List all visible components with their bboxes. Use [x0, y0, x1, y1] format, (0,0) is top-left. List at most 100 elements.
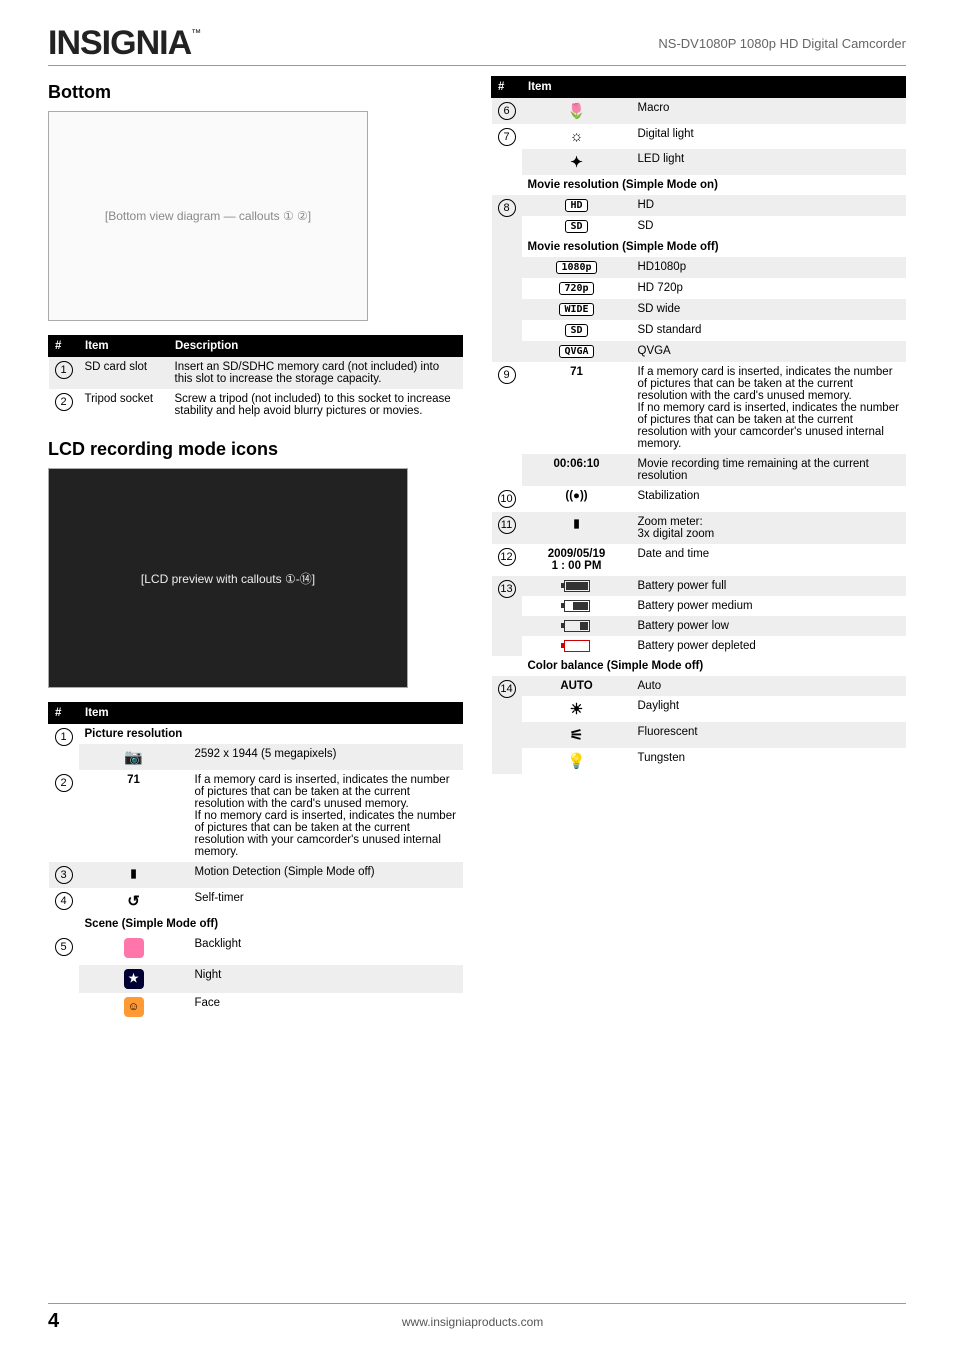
callout-icon: 3: [55, 866, 73, 884]
res-sd-icon: SD: [565, 324, 587, 337]
brand-text: INSIGNIA: [48, 24, 191, 62]
cell-item: Tripod socket: [79, 389, 169, 421]
group-movie-off: Movie resolution (Simple Mode off): [522, 237, 906, 257]
auto-icon: AUTO: [522, 676, 632, 696]
th-num: #: [49, 703, 79, 724]
page-number: 4: [48, 1310, 59, 1333]
res-wide-icon: WIDE: [559, 303, 593, 316]
group-movie-on: Movie resolution (Simple Mode on): [522, 175, 906, 195]
cell-desc: SD wide: [632, 299, 906, 320]
backlight-icon: [124, 938, 144, 958]
res-720p-icon: 720p: [559, 282, 593, 295]
count-icon: 71: [79, 770, 189, 862]
led-light-icon: ✦: [570, 154, 583, 171]
th-desc: Description: [169, 336, 463, 357]
tungsten-icon: 💡: [567, 753, 586, 770]
cell-desc: Night: [189, 965, 463, 993]
cell-desc: Date and time: [632, 544, 906, 576]
cell-desc: Motion Detection (Simple Mode off): [189, 862, 463, 888]
group-color-balance: Color balance (Simple Mode off): [522, 656, 906, 676]
self-timer-icon: ↺: [127, 893, 140, 910]
cell-desc: Macro: [632, 98, 906, 125]
table-row: 1 SD card slot Insert an SD/SDHC memory …: [49, 357, 463, 390]
bottom-illustration-alt: [Bottom view diagram — callouts ① ②]: [105, 209, 311, 223]
lcd-illustration: [LCD preview with callouts ①‑⑭]: [48, 468, 408, 688]
group-picture-resolution: Picture resolution: [79, 724, 463, 745]
th-num: #: [492, 77, 522, 98]
cell-desc: Tungsten: [632, 748, 906, 774]
callout-icon: 4: [55, 892, 73, 910]
page-header: INSIGNIA™ NS-DV1080P 1080p HD Digital Ca…: [48, 24, 906, 66]
callout-icon: 10: [498, 490, 516, 508]
model-label: NS-DV1080P 1080p HD Digital Camcorder: [658, 36, 906, 51]
footer-url: www.insigniaproducts.com: [402, 1315, 543, 1329]
digital-light-icon: ☼: [570, 128, 584, 145]
cell-desc: Auto: [632, 676, 906, 696]
cell-desc: Zoom meter: 3x digital zoom: [632, 512, 906, 544]
callout-icon: 1: [55, 728, 73, 746]
th-item: Item: [79, 336, 169, 357]
cell-desc: Fluorescent: [632, 722, 906, 748]
battery-full-icon: [564, 580, 590, 592]
night-icon: ★: [124, 969, 144, 989]
cell-desc: Screw a tripod (not included) to this so…: [169, 389, 463, 421]
page-footer: 4 www.insigniaproducts.com: [48, 1303, 906, 1333]
bottom-table: # Item Description 1 SD card slot Insert…: [48, 335, 463, 421]
fluorescent-icon: ⚟: [570, 727, 583, 744]
cell-desc: Digital light: [632, 124, 906, 149]
cell-desc: HD1080p: [632, 257, 906, 278]
time-icon: 00:06:10: [522, 454, 632, 486]
datetime-icon: 2009/05/19 1 : 00 PM: [522, 544, 632, 576]
cell-desc: If a memory card is inserted, indicates …: [189, 770, 463, 862]
count-icon: 71: [522, 362, 632, 454]
cell-desc: Face: [189, 993, 463, 1021]
zoom-meter-icon: ▮: [573, 518, 579, 530]
cell-desc: HD 720p: [632, 278, 906, 299]
callout-icon: 2: [55, 774, 73, 792]
cell-desc: Battery power medium: [632, 596, 906, 616]
macro-icon: 🌷: [567, 103, 586, 120]
items-table-left: # Item 1 Picture resolution 📷 2592 x 1944 …: [48, 702, 463, 1021]
callout-icon: 1: [55, 361, 73, 379]
cell-desc: Backlight: [189, 934, 463, 965]
cell-desc: If a memory card is inserted, indicates …: [632, 362, 906, 454]
callout-icon: 9: [498, 366, 516, 384]
daylight-icon: ☀: [570, 701, 583, 718]
th-item: Item: [522, 77, 906, 98]
callout-icon: 5: [55, 938, 73, 956]
camera-icon: 📷: [124, 749, 143, 766]
left-column: Bottom [Bottom view diagram — callouts ①…: [48, 76, 463, 1021]
stabilization-icon: ((●)): [522, 486, 632, 512]
callout-icon: 7: [498, 128, 516, 146]
cell-desc: Battery power depleted: [632, 636, 906, 656]
cell-desc: Movie recording time remaining at the cu…: [632, 454, 906, 486]
callout-icon: 8: [498, 199, 516, 217]
cell-desc: Daylight: [632, 696, 906, 722]
items-table-right: # Item 6🌷Macro 7☼Digital light ✦LED ligh…: [491, 76, 906, 774]
callout-icon: 14: [498, 680, 516, 698]
cell-desc: Battery power full: [632, 576, 906, 596]
th-item: Item: [79, 703, 463, 724]
battery-medium-icon: [564, 600, 590, 612]
cell-desc: 2592 x 1944 (5 megapixels): [189, 744, 463, 770]
section-bottom-heading: Bottom: [48, 82, 463, 103]
cell-desc: SD standard: [632, 320, 906, 341]
brand-tm: ™: [191, 28, 200, 39]
sd-icon: SD: [565, 220, 587, 233]
callout-icon: 12: [498, 548, 516, 566]
callout-icon: 2: [55, 393, 73, 411]
cell-desc: HD: [632, 195, 906, 216]
motion-detect-icon: ▮: [130, 868, 136, 880]
face-icon: ☺: [124, 997, 144, 1017]
cell-desc: QVGA: [632, 341, 906, 362]
res-1080p-icon: 1080p: [556, 261, 596, 274]
callout-icon: 11: [498, 516, 516, 534]
cell-item: SD card slot: [79, 357, 169, 390]
brand-logo: INSIGNIA™: [48, 24, 200, 63]
right-column: # Item 6🌷Macro 7☼Digital light ✦LED ligh…: [491, 76, 906, 1021]
section-lcd-heading: LCD recording mode icons: [48, 439, 463, 460]
cell-desc: Self-timer: [189, 888, 463, 914]
cell-desc: Battery power low: [632, 616, 906, 636]
lcd-illustration-alt: [LCD preview with callouts ①‑⑭]: [141, 570, 315, 587]
bottom-illustration: [Bottom view diagram — callouts ① ②]: [48, 111, 368, 321]
